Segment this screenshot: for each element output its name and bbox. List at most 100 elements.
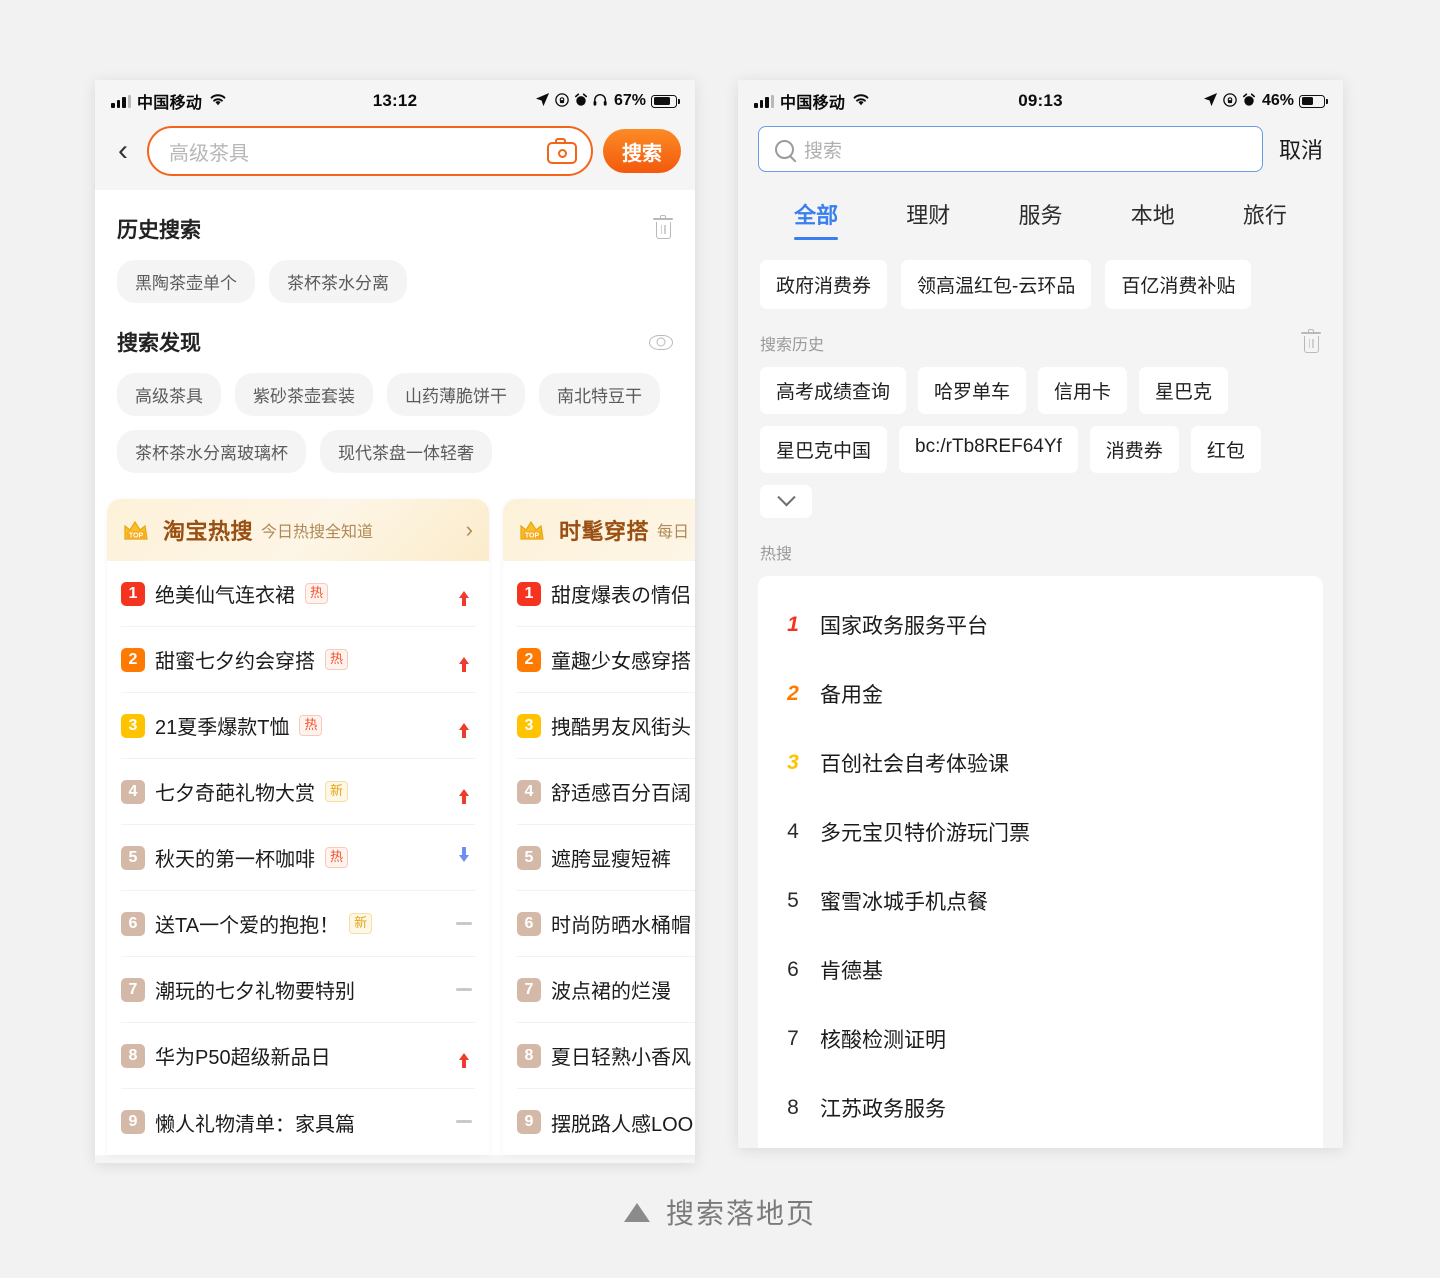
hot-card-item[interactable]: 3 拽酷男友风街头	[517, 693, 695, 759]
wifi-icon	[851, 92, 871, 111]
hot-search-card[interactable]: TOP 淘宝热搜 今日热搜全知道 › 1 绝美仙气连衣裙热 2 甜蜜七夕约会穿搭热 3 21夏季爆…	[107, 499, 489, 1155]
history-chip[interactable]: 茶杯茶水分离	[269, 260, 407, 303]
history-chip[interactable]: 红包	[1190, 426, 1261, 473]
hot-list-item[interactable]: 3 百创社会自考体验课	[758, 728, 1323, 797]
tab-3[interactable]: 本地	[1097, 188, 1209, 242]
hot-card-item[interactable]: 2 甜蜜七夕约会穿搭热	[121, 627, 475, 693]
toggle-discover-eye-icon[interactable]	[649, 334, 673, 350]
promo-chip[interactable]: 百亿消费补贴	[1105, 260, 1252, 309]
alarm-icon	[574, 92, 588, 110]
hot-list-item[interactable]: 1 国家政务服务平台	[758, 590, 1323, 659]
hot-card-item[interactable]: 1 甜度爆表の情侣	[517, 561, 695, 627]
search-bar-row: ‹ 高级茶具 搜索	[95, 122, 695, 190]
svg-text:TOP: TOP	[525, 533, 540, 540]
hot-card-item[interactable]: 4 舒适感百分百阔	[517, 759, 695, 825]
hot-card-item[interactable]: 6 时尚防晒水桶帽	[517, 891, 695, 957]
discover-chip[interactable]: 茶杯茶水分离玻璃杯	[117, 430, 306, 473]
hot-tag-badge: 热	[325, 648, 349, 671]
hot-list-item[interactable]: 8 江苏政务服务	[758, 1073, 1323, 1142]
triangle-up-icon	[623, 1202, 650, 1222]
chevron-down-icon[interactable]	[760, 485, 812, 518]
hot-item-text: 甜度爆表の情侣	[551, 585, 691, 607]
tab-4[interactable]: 旅行	[1209, 188, 1321, 242]
hot-card-item[interactable]: 6 送TA一个爱的抱抱！ 新	[121, 891, 475, 957]
hot-item-text: 甜蜜七夕约会穿搭	[155, 651, 315, 673]
hot-list-item[interactable]: 6 肯德基	[758, 935, 1323, 1004]
discover-chip[interactable]: 紫砂茶壶套装	[235, 373, 373, 416]
hot-card-list: 1 绝美仙气连衣裙热 2 甜蜜七夕约会穿搭热 3 21夏季爆款T恤热 4 七夕奇葩礼物大赏新 5…	[107, 561, 489, 1155]
history-chip-row-2: 星巴克中国 bc:/rTb8REF64Yf 消费券 红包	[738, 414, 1343, 518]
signal-icon	[754, 94, 774, 108]
history-section-header: 历史搜索	[95, 190, 695, 244]
hot-card-header[interactable]: TOP 淘宝热搜 今日热搜全知道 ›	[107, 499, 489, 561]
history-chip[interactable]: 高考成绩查询	[760, 367, 907, 414]
history-chip[interactable]: 星巴克	[1139, 367, 1229, 414]
tab-0[interactable]: 全部	[760, 188, 872, 242]
history-chip[interactable]: 黑陶茶壶单个	[117, 260, 255, 303]
search-button[interactable]: 搜索	[603, 129, 681, 173]
rank-badge: 5	[121, 845, 145, 870]
cancel-button[interactable]: 取消	[1279, 133, 1323, 165]
svg-text:TOP: TOP	[129, 533, 144, 540]
hot-list-item[interactable]: 2 备用金	[758, 659, 1323, 728]
hot-card-item[interactable]: 4 七夕奇葩礼物大赏新	[121, 759, 475, 825]
hot-card-header[interactable]: TOP 时髦穿搭 每日	[503, 499, 695, 561]
rank-badge: 7	[517, 977, 541, 1002]
hot-card-subtitle: 今日热搜全知道	[261, 524, 374, 541]
hot-label: 热搜	[760, 546, 793, 563]
crown-top-icon: TOP	[519, 518, 551, 542]
camera-icon[interactable]	[547, 138, 577, 164]
history-chip[interactable]: 星巴克中国	[760, 426, 888, 473]
hot-card-item[interactable]: 8 夏日轻熟小香风	[517, 1023, 695, 1089]
hot-card-item[interactable]: 7 波点裙的烂漫	[517, 957, 695, 1023]
hot-search-card[interactable]: TOP 时髦穿搭 每日 1 甜度爆表の情侣 2 童趣少女感穿搭 3 拽酷男友风街头 4 舒适感百分百…	[503, 499, 695, 1155]
left-content-panel: 历史搜索 黑陶茶壶单个 茶杯茶水分离 搜索发现 高级茶具 紫砂茶壶套装 山药薄脆…	[95, 190, 695, 1155]
hot-card-item[interactable]: 9 摆脱路人感LOO	[517, 1089, 695, 1155]
hot-card-subtitle: 每日	[657, 524, 690, 541]
rank-badge: 8	[517, 1043, 541, 1068]
hot-card-item[interactable]: 2 童趣少女感穿搭	[517, 627, 695, 693]
search-input[interactable]: 高级茶具	[147, 126, 593, 176]
hot-list-item[interactable]: 4 多元宝贝特价游玩门票	[758, 797, 1323, 866]
discover-chip[interactable]: 山药薄脆饼干	[387, 373, 525, 416]
wifi-icon	[208, 92, 228, 111]
hot-card-item[interactable]: 8 华为P50超级新品日	[121, 1023, 475, 1089]
hot-card-title: 时髦穿搭	[559, 519, 650, 544]
back-chevron-icon[interactable]: ‹	[109, 136, 137, 166]
rank-badge: 3	[121, 713, 145, 738]
hot-card-item[interactable]: 3 21夏季爆款T恤热	[121, 693, 475, 759]
hot-card-item[interactable]: 5 遮胯显瘦短裤	[517, 825, 695, 891]
rank-number: 4	[787, 819, 799, 843]
promo-chip-row: 政府消费券 领高温红包-云环品 百亿消费补贴	[738, 242, 1343, 309]
history-chip[interactable]: bc:/rTb8REF64Yf	[899, 426, 1078, 473]
hot-section-header: 热搜	[738, 518, 1343, 564]
hot-list-item[interactable]: 5 蜜雪冰城手机点餐	[758, 866, 1323, 935]
promo-chip[interactable]: 领高温红包-云环品	[901, 260, 1092, 309]
clear-history-trash-icon[interactable]	[653, 215, 673, 240]
hot-card-item[interactable]: 7 潮玩的七夕礼物要特别	[121, 957, 475, 1023]
tab-2[interactable]: 服务	[984, 188, 1096, 242]
chevron-right-icon[interactable]: ›	[466, 517, 473, 543]
hot-item-text: 核酸检测证明	[820, 1028, 946, 1052]
promo-chip[interactable]: 政府消费券	[760, 260, 888, 309]
status-bar-right: 中国移动 09:13 46%	[738, 80, 1343, 122]
hot-item-text: 备用金	[820, 683, 883, 707]
discover-chip[interactable]: 南北特豆干	[539, 373, 660, 416]
clear-history-trash-icon[interactable]	[1301, 329, 1321, 354]
hot-card-item[interactable]: 5 秋天的第一杯咖啡热	[121, 825, 475, 891]
history-chip[interactable]: 消费券	[1089, 426, 1179, 473]
rank-number: 1	[787, 612, 799, 636]
rank-number: 2	[787, 681, 799, 705]
search-input[interactable]: 搜索	[758, 126, 1263, 172]
history-chip[interactable]: 信用卡	[1038, 367, 1128, 414]
tab-1[interactable]: 理财	[872, 188, 984, 242]
discover-chip[interactable]: 现代茶盘一体轻奢	[320, 430, 492, 473]
status-left-group: 中国移动	[111, 89, 228, 113]
hot-list-item[interactable]: 7 核酸检测证明	[758, 1004, 1323, 1073]
history-chip[interactable]: 哈罗单车	[918, 367, 1027, 414]
hot-card-item[interactable]: 1 绝美仙气连衣裙热	[121, 561, 475, 627]
hot-tag-badge: 热	[305, 582, 329, 605]
hot-card-item[interactable]: 9 懒人礼物清单：家具篇	[121, 1089, 475, 1155]
hot-item-text: 送TA一个爱的抱抱！	[155, 915, 340, 937]
discover-chip[interactable]: 高级茶具	[117, 373, 221, 416]
